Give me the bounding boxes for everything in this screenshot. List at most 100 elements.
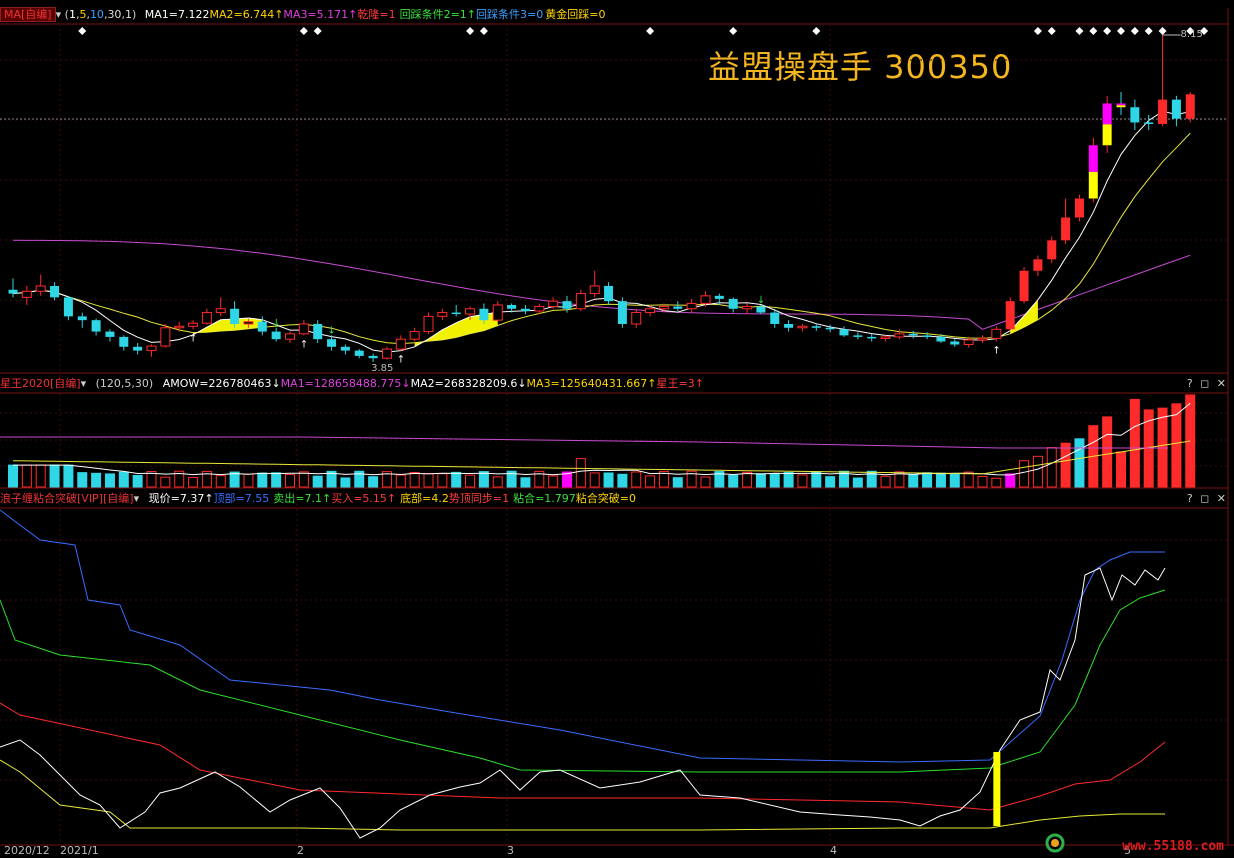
signal-arrow-up: ↑ bbox=[992, 345, 1000, 356]
panel2-window-controls[interactable]: ? ◻ ✕ bbox=[1187, 375, 1228, 392]
candle-body bbox=[105, 331, 115, 337]
volume-bar bbox=[562, 471, 572, 488]
panel1-header: MA[自编] ▾ (1,5,10,30,1) MA1=7.122MA2=6.744… bbox=[0, 6, 605, 23]
signal-diamond bbox=[1130, 27, 1139, 35]
candle-body bbox=[534, 305, 545, 312]
site-logo: www.55188.com bbox=[1122, 839, 1224, 854]
dropdown-icon[interactable]: ▾ bbox=[134, 492, 140, 505]
panel2-header: 星王2020[自编]▾ (120,5,30) AMOW=226780463↓MA… bbox=[0, 375, 704, 392]
candle-body bbox=[437, 312, 448, 317]
candle-body bbox=[700, 295, 711, 304]
candle-body bbox=[770, 312, 780, 324]
golden-zone-3 bbox=[1010, 299, 1038, 334]
volume-bar bbox=[1171, 403, 1182, 488]
stock-chart-window: MA[自编] ▾ (1,5,10,30,1) MA1=7.122MA2=6.744… bbox=[0, 0, 1234, 858]
volume-bar bbox=[91, 472, 102, 488]
volume-bar bbox=[285, 474, 295, 488]
param-5: 1 bbox=[124, 8, 132, 21]
volume-bar bbox=[520, 477, 531, 488]
volume-bar bbox=[451, 471, 462, 488]
ma3-value: MA3=5.171↑ bbox=[283, 8, 358, 21]
panel3-window-controls[interactable]: ? ◻ ✕ bbox=[1187, 490, 1228, 507]
volume-bar bbox=[77, 472, 88, 488]
candle-body bbox=[215, 308, 226, 314]
cond2-value: 回踩条件2=1↑ bbox=[399, 8, 477, 21]
xingwang-value: 星王=3↑ bbox=[656, 377, 704, 390]
candle-body bbox=[340, 346, 350, 351]
candle-body bbox=[922, 335, 932, 337]
panel3-indicator-tag[interactable]: 浪子缠粘合突破[VIP][自编] bbox=[0, 492, 134, 505]
candle-body bbox=[327, 339, 337, 347]
signal-arrow-up: ↑ bbox=[300, 339, 308, 350]
candle-body bbox=[839, 329, 849, 336]
candle-body bbox=[50, 285, 60, 298]
sell-line bbox=[0, 589, 1166, 773]
candle-body bbox=[950, 341, 960, 345]
candle-body bbox=[853, 335, 863, 337]
candle-body bbox=[714, 295, 724, 299]
candle-body bbox=[368, 355, 378, 359]
volume-bar bbox=[1157, 407, 1168, 488]
volume-bar bbox=[755, 473, 766, 488]
volume-bar bbox=[534, 470, 545, 488]
ma1-value: MA1=7.122 bbox=[144, 8, 210, 21]
volume-bar bbox=[243, 473, 254, 488]
candle-body bbox=[298, 323, 309, 335]
bottom-value: 底部=4.2 bbox=[400, 492, 449, 505]
candle-body bbox=[119, 336, 129, 347]
candle-body bbox=[507, 304, 517, 309]
volume-bar bbox=[146, 470, 157, 488]
watermark-title: 益盟操盘手 300350 bbox=[708, 48, 1013, 86]
volume-bar bbox=[257, 472, 268, 488]
signal-diamond bbox=[1075, 27, 1084, 35]
signal-arrow-up: ↑ bbox=[189, 333, 197, 344]
candle-body bbox=[257, 321, 267, 332]
signal-diamond bbox=[479, 27, 488, 35]
golden-zone-2 bbox=[414, 312, 498, 347]
volume-bar bbox=[949, 473, 960, 488]
candle-body bbox=[395, 338, 406, 350]
volume-bar bbox=[326, 470, 337, 488]
volume-bar bbox=[8, 464, 18, 488]
volume-bar bbox=[174, 470, 185, 488]
candle-body bbox=[880, 336, 891, 339]
dropdown-icon[interactable]: ▾ bbox=[56, 8, 62, 21]
dropdown-icon[interactable]: ▾ bbox=[81, 377, 87, 390]
volume-bar bbox=[354, 470, 365, 488]
candle-body bbox=[1171, 99, 1181, 119]
signal-diamond bbox=[729, 27, 738, 35]
candle-body bbox=[354, 350, 364, 356]
candle-body bbox=[1102, 124, 1112, 146]
date-label-dec: 2020/12 bbox=[4, 844, 50, 857]
candle-body bbox=[658, 305, 669, 310]
sell-value: 卖出=7.1↑ bbox=[273, 492, 332, 505]
volume-bar bbox=[866, 470, 877, 488]
volume-bar bbox=[825, 476, 836, 488]
candle-body bbox=[230, 308, 240, 324]
site-logo-icon-core bbox=[1051, 839, 1059, 847]
candle-body bbox=[562, 301, 572, 309]
panel2-indicator-tag[interactable]: 星王2020[自编] bbox=[0, 377, 81, 390]
ma-long-line bbox=[12, 239, 1191, 330]
candle-body bbox=[756, 306, 766, 313]
panel1-indicator-tag[interactable]: MA[自编] bbox=[0, 7, 56, 22]
candle-body bbox=[1005, 301, 1015, 330]
candle-body bbox=[1116, 103, 1126, 106]
candle-body bbox=[492, 304, 503, 321]
amow-value: AMOW=226780463↓ bbox=[162, 377, 281, 390]
candle-body bbox=[77, 316, 87, 321]
volume-bar bbox=[908, 474, 919, 488]
candle-body bbox=[1019, 270, 1029, 302]
volume-bar bbox=[1032, 455, 1043, 488]
cond3-value: 回踩条件3=0 bbox=[476, 8, 544, 21]
volume-bar bbox=[700, 476, 711, 488]
candle-body bbox=[742, 305, 753, 310]
volume-bar bbox=[811, 471, 822, 488]
candle-body bbox=[673, 306, 683, 309]
sync-value: 势顶同步=1 bbox=[448, 492, 510, 505]
volume-bar bbox=[1185, 394, 1196, 488]
volume-bar bbox=[229, 471, 240, 488]
now-price-line bbox=[0, 567, 1166, 839]
signal-diamond bbox=[1117, 27, 1125, 35]
volume-bar bbox=[742, 471, 753, 488]
